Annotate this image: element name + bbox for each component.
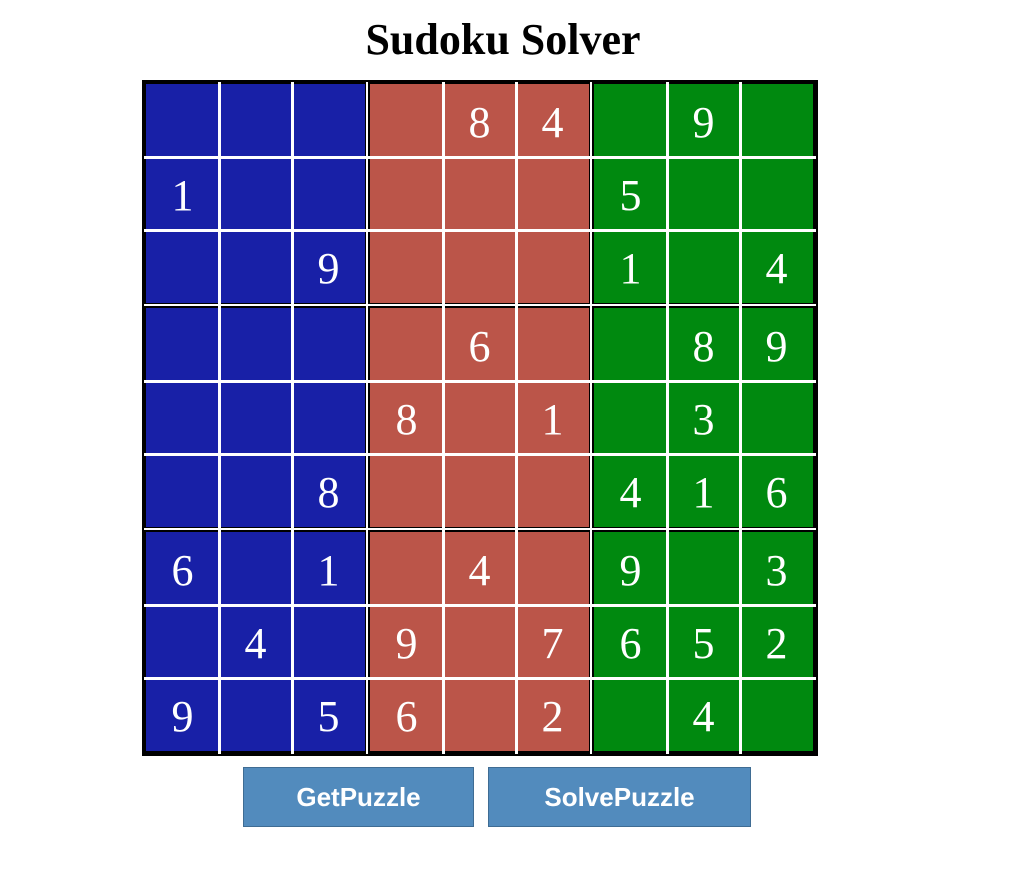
grid-line-vertical (590, 82, 592, 754)
sudoku-cell[interactable]: 4 (443, 532, 516, 605)
sudoku-cell[interactable] (219, 532, 292, 605)
sudoku-cell[interactable]: 4 (740, 230, 813, 303)
sudoku-cell[interactable]: 6 (370, 678, 443, 751)
sudoku-cell[interactable]: 1 (146, 157, 219, 230)
sudoku-cell[interactable] (443, 230, 516, 303)
sudoku-cell[interactable]: 3 (667, 381, 740, 454)
sudoku-cell[interactable]: 6 (443, 308, 516, 381)
grid-line-horizontal (144, 304, 816, 306)
sudoku-cell[interactable]: 5 (667, 605, 740, 678)
sudoku-cell[interactable] (219, 84, 292, 157)
sudoku-cell[interactable] (667, 157, 740, 230)
sudoku-cell[interactable] (219, 157, 292, 230)
sudoku-cell[interactable] (370, 308, 443, 381)
sudoku-cell[interactable] (219, 454, 292, 527)
sudoku-cell[interactable]: 2 (740, 605, 813, 678)
sudoku-cell[interactable]: 9 (370, 605, 443, 678)
sudoku-cell[interactable]: 1 (667, 454, 740, 527)
sudoku-cell[interactable]: 6 (740, 454, 813, 527)
sudoku-cell[interactable]: 9 (740, 308, 813, 381)
sudoku-cell[interactable]: 9 (292, 230, 365, 303)
get-puzzle-button[interactable]: GetPuzzle (243, 767, 474, 827)
sudoku-cell[interactable] (594, 84, 667, 157)
sudoku-cell[interactable] (594, 678, 667, 751)
sudoku-cell[interactable] (219, 308, 292, 381)
sudoku-cell[interactable] (146, 605, 219, 678)
sudoku-cell[interactable] (443, 678, 516, 751)
sudoku-cell[interactable]: 8 (443, 84, 516, 157)
sudoku-cell[interactable] (516, 157, 589, 230)
sudoku-cell[interactable] (146, 230, 219, 303)
sudoku-grid: 8491591468981384166149349765295624 (142, 80, 818, 756)
sudoku-cell[interactable] (292, 381, 365, 454)
sudoku-cell[interactable]: 4 (594, 454, 667, 527)
sudoku-cell[interactable]: 4 (219, 605, 292, 678)
sudoku-cell[interactable] (292, 84, 365, 157)
sudoku-cell[interactable]: 1 (516, 381, 589, 454)
sudoku-cell[interactable]: 4 (516, 84, 589, 157)
sudoku-cell[interactable] (219, 678, 292, 751)
sudoku-cell[interactable] (292, 308, 365, 381)
sudoku-cell[interactable]: 5 (292, 678, 365, 751)
sudoku-cell[interactable] (740, 157, 813, 230)
sudoku-cell[interactable] (667, 532, 740, 605)
sudoku-cell[interactable]: 9 (594, 532, 667, 605)
sudoku-cell[interactable]: 8 (370, 381, 443, 454)
sudoku-cell[interactable]: 1 (292, 532, 365, 605)
page-title: Sudoku Solver (365, 15, 641, 64)
sudoku-cell[interactable] (516, 454, 589, 527)
sudoku-cell[interactable] (370, 454, 443, 527)
grid-line-vertical (366, 82, 368, 754)
sudoku-cell[interactable] (292, 157, 365, 230)
sudoku-cell[interactable]: 5 (594, 157, 667, 230)
sudoku-cell[interactable]: 3 (740, 532, 813, 605)
sudoku-cell[interactable] (516, 230, 589, 303)
sudoku-cell[interactable] (146, 84, 219, 157)
sudoku-cell[interactable] (370, 84, 443, 157)
sudoku-cell[interactable] (667, 230, 740, 303)
sudoku-cell[interactable] (443, 381, 516, 454)
sudoku-cell[interactable] (594, 308, 667, 381)
sudoku-cell[interactable] (443, 454, 516, 527)
sudoku-cell[interactable]: 9 (146, 678, 219, 751)
sudoku-cell[interactable]: 2 (516, 678, 589, 751)
sudoku-cell[interactable] (219, 230, 292, 303)
sudoku-cell[interactable] (443, 605, 516, 678)
grid-line-horizontal (144, 528, 816, 530)
sudoku-cell[interactable]: 9 (667, 84, 740, 157)
sudoku-cell[interactable] (370, 230, 443, 303)
sudoku-cell[interactable]: 8 (667, 308, 740, 381)
sudoku-cell[interactable] (146, 308, 219, 381)
sudoku-cell[interactable] (443, 157, 516, 230)
sudoku-cell[interactable] (370, 532, 443, 605)
sudoku-cell[interactable] (146, 381, 219, 454)
sudoku-cell[interactable]: 8 (292, 454, 365, 527)
sudoku-cell[interactable]: 6 (146, 532, 219, 605)
sudoku-cell[interactable]: 6 (594, 605, 667, 678)
sudoku-cell[interactable] (219, 381, 292, 454)
sudoku-cell[interactable] (740, 678, 813, 751)
sudoku-cell[interactable] (146, 454, 219, 527)
sudoku-cell[interactable] (740, 381, 813, 454)
sudoku-cell[interactable]: 7 (516, 605, 589, 678)
sudoku-cell[interactable]: 4 (667, 678, 740, 751)
sudoku-cell[interactable]: 1 (594, 230, 667, 303)
sudoku-cell[interactable] (740, 84, 813, 157)
sudoku-cell[interactable] (370, 157, 443, 230)
sudoku-cell[interactable] (594, 381, 667, 454)
sudoku-cell[interactable] (292, 605, 365, 678)
sudoku-cell[interactable] (516, 532, 589, 605)
sudoku-cell[interactable] (516, 308, 589, 381)
solve-puzzle-button[interactable]: SolvePuzzle (488, 767, 751, 827)
